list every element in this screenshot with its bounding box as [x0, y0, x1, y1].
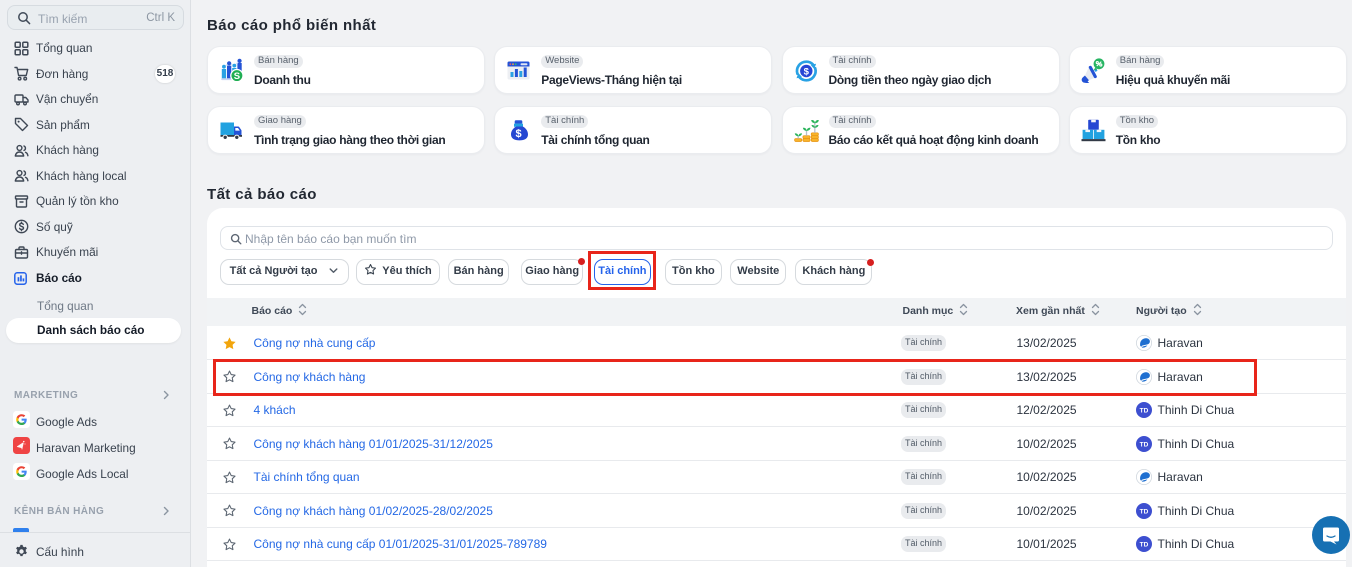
svg-text:TD: TD	[1140, 408, 1149, 415]
svg-text:S: S	[234, 71, 240, 82]
svg-text:$: $	[516, 128, 522, 140]
svg-text:TD: TD	[1140, 542, 1149, 549]
svg-text:TD: TD	[1140, 441, 1149, 448]
svg-text:TD: TD	[1140, 508, 1149, 515]
svg-text:$: $	[803, 67, 809, 78]
